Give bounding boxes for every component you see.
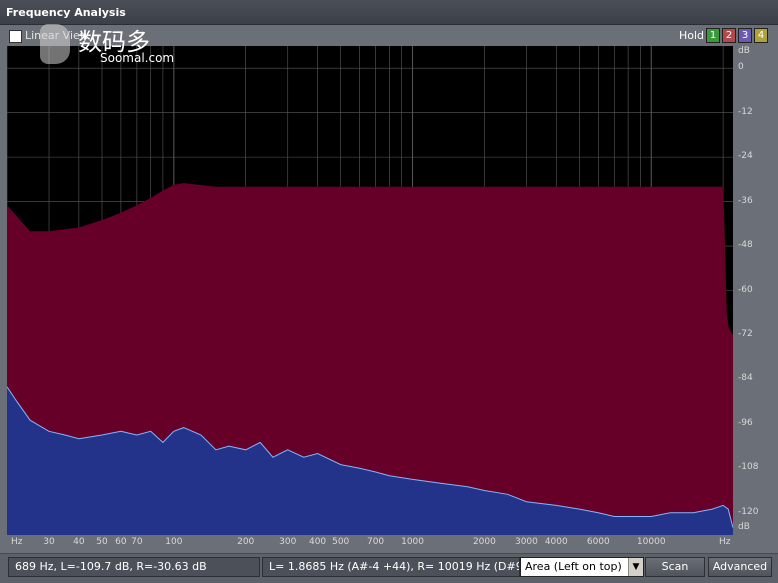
frequency-tick-label: 2000 [472, 537, 496, 547]
frequency-tick-label: 40 [73, 537, 85, 547]
hz-unit-right: Hz [719, 537, 731, 547]
scan-button[interactable]: Scan [645, 557, 705, 577]
hold-button-4[interactable]: 4 [754, 28, 768, 43]
db-tick-label: -96 [738, 417, 753, 428]
linear-view-checkbox[interactable] [9, 30, 22, 43]
db-tick-label: -48 [738, 240, 753, 251]
advanced-button[interactable]: Advanced [708, 557, 772, 577]
hold-label: Hold [679, 29, 705, 42]
db-tick-label: -120 [738, 506, 759, 517]
spectrum-plot[interactable] [7, 46, 733, 535]
watermark: 数码多 Soomal.com [40, 22, 174, 68]
frequency-tick-label: 3000 [514, 537, 538, 547]
db-tick-label: -60 [738, 284, 753, 295]
frequency-tick-label: 60 [115, 537, 127, 547]
frequency-tick-label: 10000 [636, 537, 666, 547]
hold-button-2[interactable]: 2 [722, 28, 736, 43]
db-unit-top: dB [738, 46, 750, 56]
db-unit-bottom: dB [738, 522, 750, 532]
status-bar: 689 Hz, L=-109.7 dB, R=-30.63 dB L= 1.86… [0, 553, 778, 583]
db-tick-label: 0 [738, 62, 744, 73]
chevron-down-icon[interactable]: ▼ [628, 558, 643, 576]
frequency-tick-label: 300 [279, 537, 297, 547]
frequency-tick-label: 1000 [401, 537, 424, 547]
watermark-logo-icon [40, 24, 70, 64]
frequency-tick-label: 200 [237, 537, 255, 547]
frequency-tick-label: 700 [366, 537, 385, 547]
frequency-tick-label: 6000 [586, 537, 610, 547]
db-tick-label: -84 [738, 373, 753, 384]
peak-readout: L= 1.8685 Hz (A#-4 +44), R= 10019 Hz (D#… [262, 557, 520, 577]
hold-button-1[interactable]: 1 [706, 28, 720, 43]
frequency-tick-label: 4000 [544, 537, 568, 547]
db-tick-label: -12 [738, 106, 753, 117]
cursor-readout: 689 Hz, L=-109.7 dB, R=-30.63 dB [8, 557, 260, 577]
frequency-tick-label: 500 [332, 537, 350, 547]
window-title: Frequency Analysis [6, 6, 126, 19]
frequency-tick-label: 30 [43, 537, 55, 547]
db-tick-label: -36 [738, 195, 753, 206]
display-mode-select[interactable]: Area (Left on top) ▼ [520, 557, 644, 577]
spectrum-chart [7, 46, 733, 535]
frequency-tick-label: 50 [96, 537, 108, 547]
hold-button-3[interactable]: 3 [738, 28, 752, 43]
frequency-tick-label: 400 [308, 537, 327, 547]
db-tick-label: -108 [738, 462, 759, 473]
hz-unit-left: Hz [11, 537, 23, 547]
frequency-tick-label: 100 [165, 537, 183, 547]
frequency-tick-label: 70 [131, 537, 143, 547]
watermark-en: Soomal.com [100, 51, 175, 65]
db-tick-label: -72 [738, 328, 753, 339]
db-tick-label: -24 [738, 151, 753, 162]
display-mode-value: Area (Left on top) [525, 560, 622, 573]
